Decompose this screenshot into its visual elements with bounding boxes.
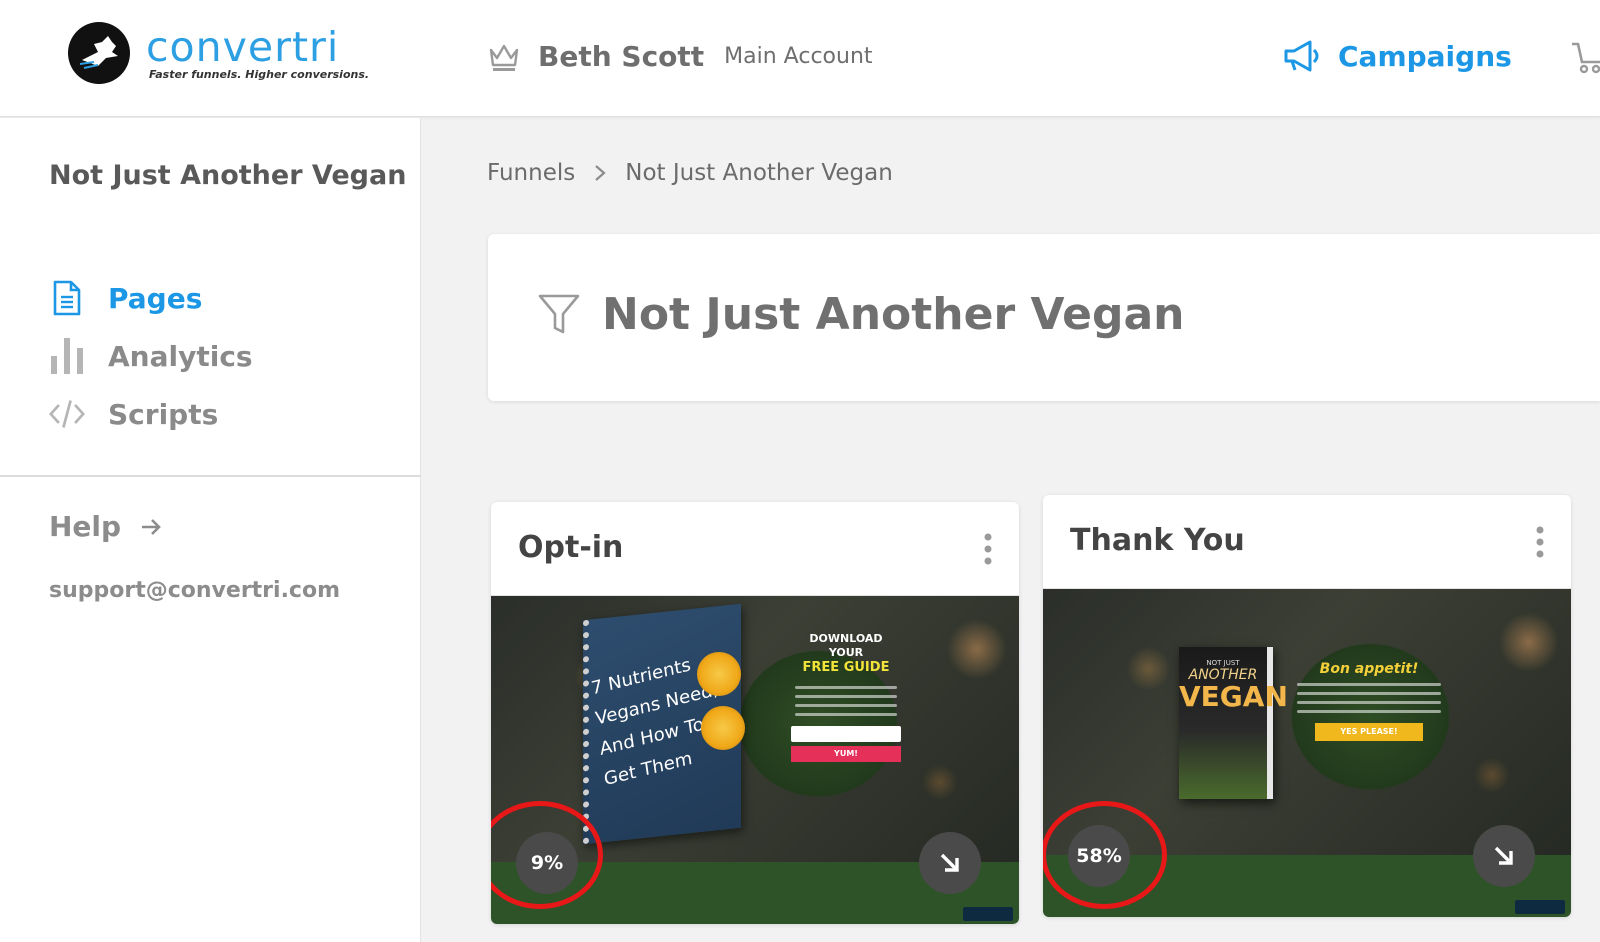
- thank-you-button: YES PLEASE!: [1315, 723, 1423, 741]
- arrow-right-icon: [142, 518, 161, 535]
- page-thumbnail[interactable]: NOT JUST ANOTHER VEGAN Bon appetit! YES …: [1043, 589, 1571, 917]
- book-small-text: NOT JUST: [1206, 659, 1240, 667]
- card-header: Opt-in: [491, 502, 1019, 596]
- sidebar-nav: Pages Analytics Scripts: [49, 276, 253, 450]
- sidebar-item-label: Scripts: [108, 397, 219, 431]
- document-icon: [49, 280, 85, 316]
- thank-you-heading: Bon appetit!: [1319, 661, 1419, 677]
- page-thumbnail[interactable]: 7 Nutrients Vegans Need, And How To Get …: [491, 596, 1019, 924]
- campaigns-label: Campaigns: [1338, 39, 1512, 73]
- funnel-icon: [538, 294, 580, 334]
- optin-form-preview: DOWNLOAD YOUR FREE GUIDE YUM!: [791, 632, 901, 762]
- campaigns-link[interactable]: Campaigns: [1282, 36, 1512, 76]
- kebab-menu-icon[interactable]: [1535, 525, 1545, 559]
- vegan-book-cover: NOT JUST ANOTHER VEGAN: [1179, 647, 1288, 799]
- page-card-optin[interactable]: Opt-in 7 Nutrients Vegans Need, And How …: [491, 502, 1019, 924]
- arrow-down-right-icon: [1494, 846, 1513, 865]
- optin-heading: DOWNLOAD YOUR: [809, 632, 883, 659]
- account-name: Beth Scott: [538, 39, 705, 73]
- page-card-thank-you[interactable]: Thank You NOT JUST ANOTHER VEGAN Bon app…: [1043, 495, 1571, 917]
- sidebar: Not Just Another Vegan Pages Analytics S…: [0, 118, 421, 942]
- sidebar-item-label: Pages: [108, 281, 203, 315]
- help-label: Help: [49, 510, 122, 543]
- breadcrumb: Funnels Not Just Another Vegan: [487, 160, 893, 186]
- sidebar-item-pages[interactable]: Pages: [49, 276, 253, 320]
- rabbit-logo-icon: [68, 22, 130, 84]
- sidebar-item-label: Analytics: [108, 339, 253, 373]
- account-switcher[interactable]: Beth Scott Main Account: [486, 36, 873, 76]
- sidebar-divider: [0, 475, 421, 477]
- account-type: Main Account: [724, 43, 873, 69]
- cart-icon[interactable]: [1572, 38, 1600, 76]
- open-page-button[interactable]: [919, 832, 981, 894]
- mini-convertri-logo: [963, 907, 1013, 921]
- funnel-header-card: Not Just Another Vegan: [488, 234, 1600, 401]
- conversion-badge: 58%: [1068, 825, 1130, 887]
- card-header: Thank You: [1043, 495, 1571, 589]
- crown-icon: [489, 44, 519, 71]
- optin-bullets: [791, 686, 901, 716]
- logo-name: convertri: [146, 23, 340, 71]
- optin-subheading: FREE GUIDE: [802, 660, 890, 675]
- optin-button: YUM!: [791, 746, 901, 762]
- conversion-badge: 9%: [516, 832, 578, 894]
- breadcrumb-current: Not Just Another Vegan: [625, 160, 893, 186]
- card-title: Opt-in: [518, 530, 624, 565]
- chevron-right-icon: [595, 165, 606, 181]
- thank-you-message-preview: Bon appetit! YES PLEASE!: [1289, 661, 1449, 741]
- sidebar-funnel-title: Not Just Another Vegan: [49, 160, 407, 191]
- open-page-button[interactable]: [1473, 825, 1535, 887]
- mini-convertri-logo: [1515, 900, 1565, 914]
- orange-slice: [701, 706, 745, 750]
- card-title: Thank You: [1070, 523, 1245, 558]
- arrow-down-right-icon: [940, 853, 959, 872]
- breadcrumb-funnels[interactable]: Funnels: [487, 160, 575, 186]
- help-link[interactable]: Help: [49, 510, 163, 543]
- page-title: Not Just Another Vegan: [602, 289, 1185, 340]
- code-icon: [49, 396, 85, 432]
- logo-tagline: Faster funnels. Higher conversions.: [149, 68, 370, 81]
- bar-chart-icon: [49, 338, 85, 374]
- convertri-logo[interactable]: convertri Faster funnels. Higher convers…: [68, 22, 369, 84]
- sidebar-item-scripts[interactable]: Scripts: [49, 392, 253, 436]
- sidebar-item-analytics[interactable]: Analytics: [49, 334, 253, 378]
- megaphone-icon: [1284, 40, 1319, 72]
- kebab-menu-icon[interactable]: [983, 532, 993, 566]
- optin-email-field: [791, 726, 901, 742]
- book-line-2: VEGAN: [1179, 680, 1288, 713]
- orange-slice: [697, 652, 741, 696]
- thank-you-text-lines: [1289, 683, 1449, 713]
- top-header: convertri Faster funnels. Higher convers…: [0, 0, 1600, 117]
- support-email-link[interactable]: support@convertri.com: [49, 578, 340, 603]
- thumbnail-photo: [491, 596, 1019, 862]
